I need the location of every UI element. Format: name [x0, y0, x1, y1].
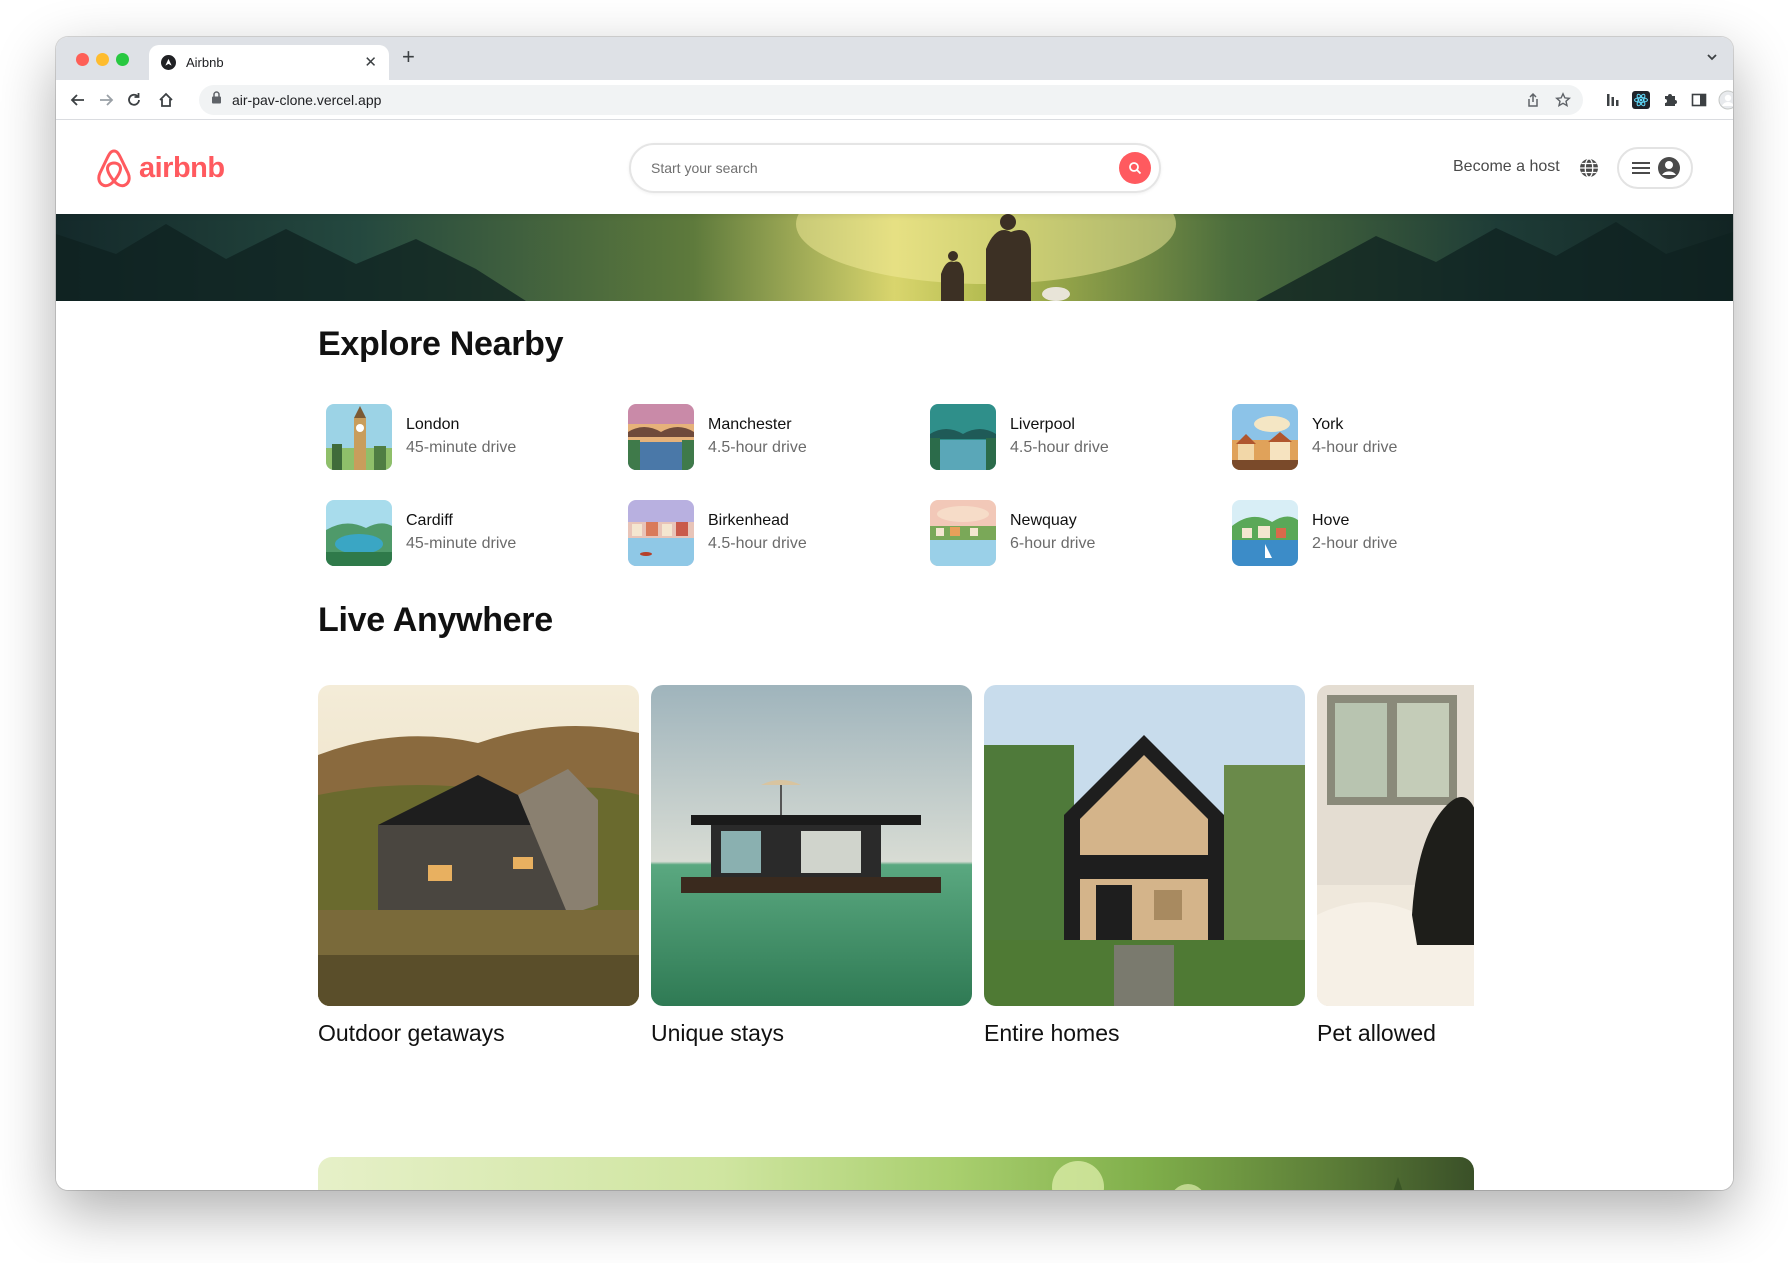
new-tab-button[interactable]: +: [402, 46, 415, 68]
bottom-banner-image: [318, 1157, 1474, 1190]
york-thumbnail: [1232, 404, 1298, 470]
nearby-distance: 6-hour drive: [1010, 535, 1096, 552]
card-pet-allowed[interactable]: Pet allowed: [1317, 685, 1474, 1047]
explore-nearby-title: Explore Nearby: [318, 325, 564, 363]
address-bar[interactable]: air-pav-clone.vercel.app: [199, 85, 1583, 115]
liverpool-thumbnail: [930, 404, 996, 470]
newquay-thumbnail: [930, 500, 996, 566]
nearby-distance: 4-hour drive: [1312, 439, 1398, 456]
birkenhead-thumbnail: [628, 500, 694, 566]
search-button[interactable]: [1119, 152, 1151, 184]
unique-stays-image: [651, 685, 972, 1006]
hamburger-menu-icon: [1632, 162, 1650, 174]
nearby-card-cardiff[interactable]: Cardiff 45-minute drive: [326, 500, 606, 566]
card-label: Outdoor getaways: [318, 1020, 505, 1046]
globe-icon[interactable]: [1578, 157, 1600, 184]
web-page: airbnb Become a host: [56, 121, 1733, 1190]
airbnb-logo[interactable]: airbnb: [95, 147, 225, 189]
card-label: Entire homes: [984, 1020, 1120, 1046]
card-label: Pet allowed: [1317, 1020, 1436, 1046]
nearby-city: Birkenhead: [708, 512, 789, 529]
card-entire-homes[interactable]: Entire homes: [984, 685, 1305, 1047]
card-outdoor-getaways[interactable]: Outdoor getaways: [318, 685, 639, 1047]
nearby-city: Manchester: [708, 416, 792, 433]
nearby-city: Newquay: [1010, 512, 1077, 529]
nearby-distance: 4.5-hour drive: [708, 439, 807, 456]
become-a-host-link[interactable]: Become a host: [1453, 158, 1560, 176]
nearby-city: Liverpool: [1010, 416, 1075, 433]
pet-allowed-image: [1317, 685, 1474, 1006]
nearby-card-manchester[interactable]: Manchester 4.5-hour drive: [628, 404, 908, 470]
close-window-button[interactable]: [76, 53, 89, 66]
extension-bars-icon[interactable]: [1603, 90, 1623, 110]
back-arrow-icon[interactable]: [68, 90, 88, 110]
share-icon[interactable]: [1525, 92, 1541, 113]
user-menu-button[interactable]: [1617, 147, 1693, 189]
airbnb-belo-icon: [97, 149, 131, 188]
logo-text: airbnb: [139, 151, 225, 184]
nearby-city: London: [406, 416, 460, 433]
manchester-thumbnail: [628, 404, 694, 470]
card-label: Unique stays: [651, 1020, 784, 1046]
nearby-card-birkenhead[interactable]: Birkenhead 4.5-hour drive: [628, 500, 908, 566]
nearby-distance: 4.5-hour drive: [708, 535, 807, 552]
nearby-distance: 4.5-hour drive: [1010, 439, 1109, 456]
minimize-window-button[interactable]: [96, 53, 109, 66]
nearby-distance: 45-minute drive: [406, 535, 517, 552]
nearby-card-hove[interactable]: Hove 2-hour drive: [1232, 500, 1512, 566]
browser-window: Airbnb ✕ + air-pav-clone.vercel.app airb…: [56, 37, 1733, 1190]
search-input[interactable]: [651, 160, 1119, 176]
user-avatar-icon: [1658, 157, 1680, 179]
browser-toolbar: air-pav-clone.vercel.app: [56, 80, 1733, 120]
nearby-distance: 2-hour drive: [1312, 535, 1398, 552]
nearby-card-london[interactable]: London 45-minute drive: [326, 404, 606, 470]
search-bar[interactable]: [629, 143, 1161, 193]
tab-strip: Airbnb ✕ +: [56, 37, 1733, 80]
nearby-card-york[interactable]: York 4-hour drive: [1232, 404, 1512, 470]
nearby-city: York: [1312, 416, 1344, 433]
maximize-window-button[interactable]: [116, 53, 129, 66]
react-devtools-icon[interactable]: [1631, 90, 1651, 110]
lock-icon: [211, 91, 222, 109]
tab-search-chevron-icon[interactable]: [1705, 50, 1719, 69]
reload-icon[interactable]: [124, 90, 144, 110]
hove-thumbnail: [1232, 500, 1298, 566]
london-thumbnail: [326, 404, 392, 470]
forward-arrow-icon[interactable]: [96, 90, 116, 110]
home-icon[interactable]: [156, 90, 176, 110]
bookmark-star-icon[interactable]: [1555, 92, 1571, 113]
nearby-distance: 45-minute drive: [406, 439, 517, 456]
close-tab-icon[interactable]: ✕: [364, 55, 377, 70]
live-anywhere-carousel[interactable]: Outdoor getaways Unique stays Entire hom…: [318, 685, 1474, 1065]
live-anywhere-title: Live Anywhere: [318, 601, 553, 639]
site-header: airbnb Become a host: [56, 121, 1733, 214]
extensions-puzzle-icon[interactable]: [1660, 90, 1680, 110]
card-unique-stays[interactable]: Unique stays: [651, 685, 972, 1047]
side-panel-icon[interactable]: [1689, 90, 1709, 110]
nearby-card-newquay[interactable]: Newquay 6-hour drive: [930, 500, 1210, 566]
airbnb-favicon-icon: [161, 55, 176, 70]
profile-avatar-icon[interactable]: [1718, 90, 1733, 110]
cardiff-thumbnail: [326, 500, 392, 566]
browser-tab[interactable]: Airbnb ✕: [149, 45, 389, 80]
nearby-card-liverpool[interactable]: Liverpool 4.5-hour drive: [930, 404, 1210, 470]
url-text: air-pav-clone.vercel.app: [232, 92, 382, 108]
tab-title: Airbnb: [186, 55, 224, 70]
outdoor-getaways-image: [318, 685, 639, 1006]
hero-banner-image: [56, 214, 1733, 301]
nearby-city: Cardiff: [406, 512, 453, 529]
nearby-city: Hove: [1312, 512, 1350, 529]
search-icon: [1129, 162, 1142, 175]
entire-homes-image: [984, 685, 1305, 1006]
